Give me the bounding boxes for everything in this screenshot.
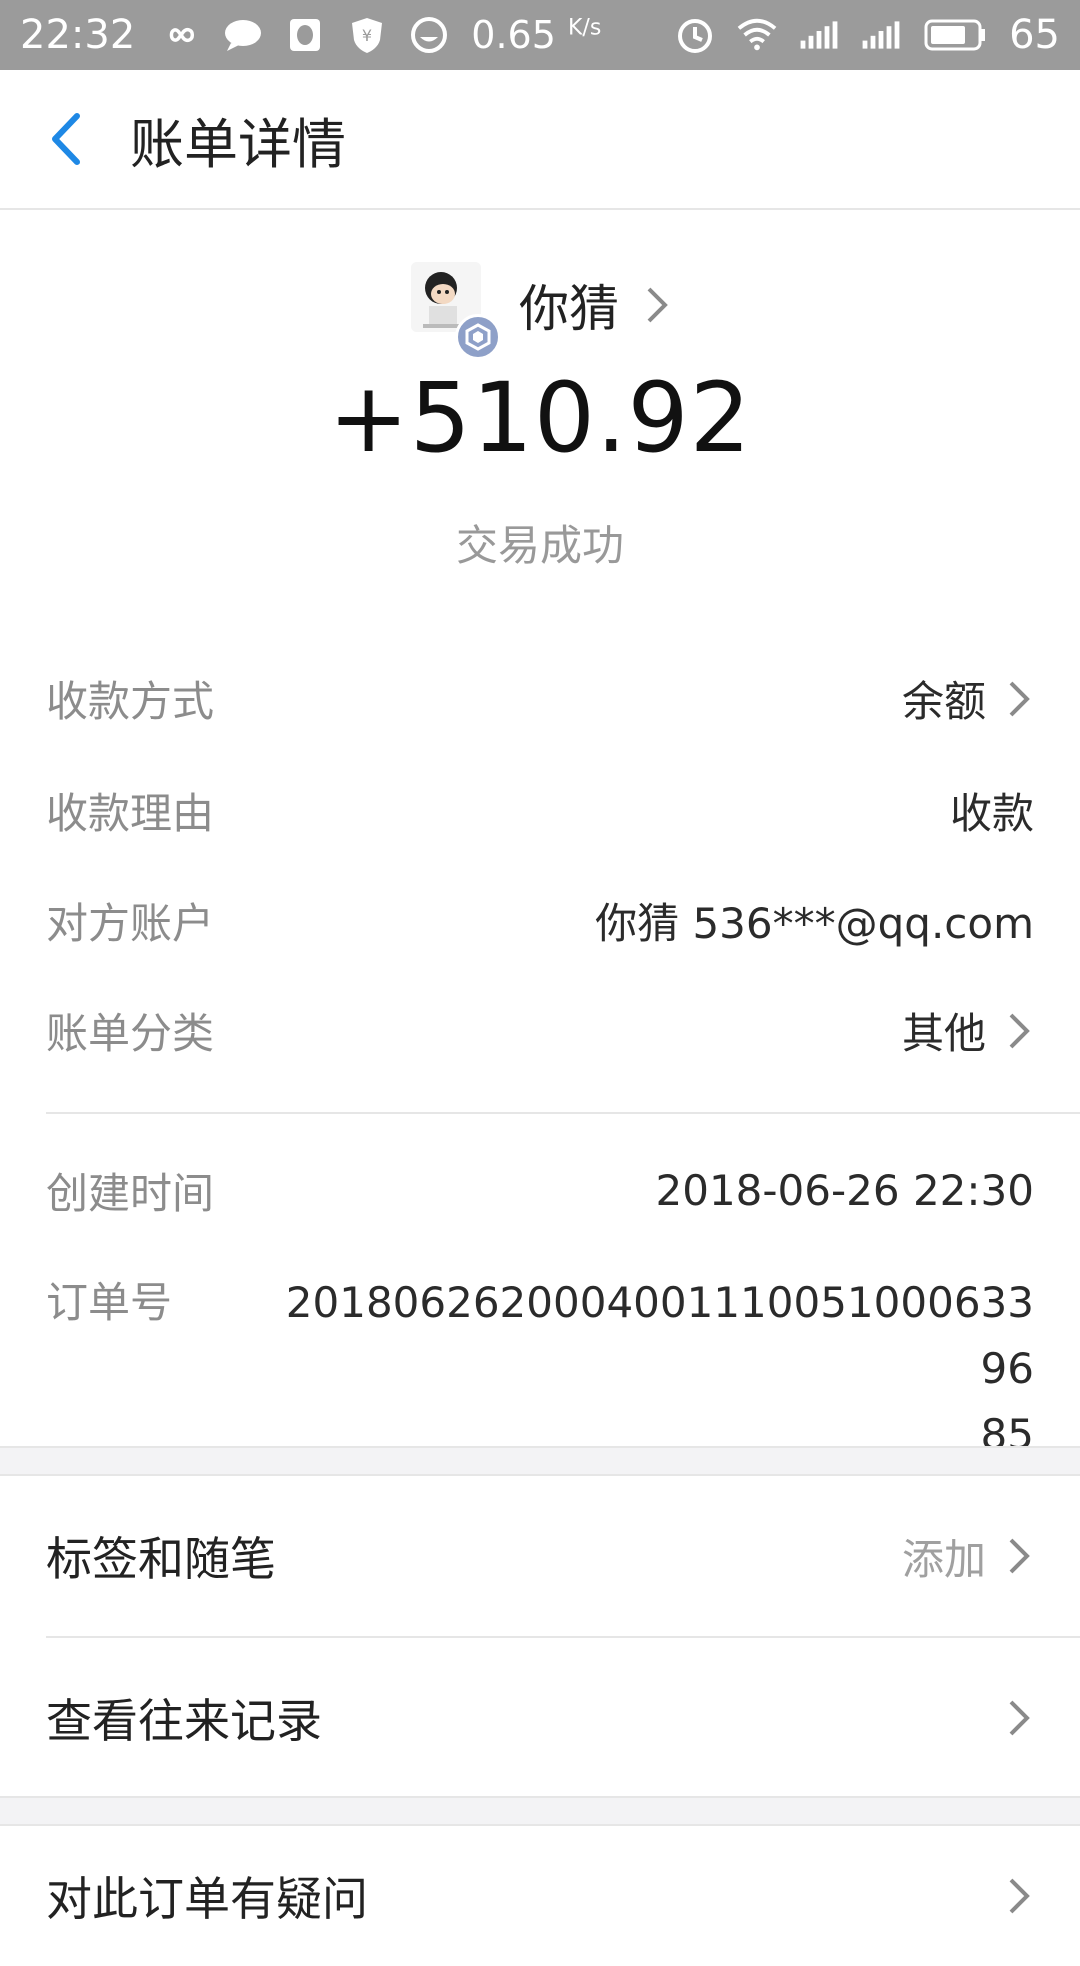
back-button[interactable] <box>0 69 130 209</box>
chevron-right-icon <box>1009 1538 1030 1574</box>
detail-value: 余额 <box>901 677 986 726</box>
verified-badge-icon <box>455 314 501 360</box>
detail-label: 对方账户 <box>46 899 215 948</box>
svg-text:¥: ¥ <box>362 26 372 45</box>
title-bar: 账单详情 <box>0 70 1080 210</box>
detail-row-order-number: 订单号 2018062620004001110051000633 96 85 <box>46 1270 1034 1468</box>
status-time: 22:32 <box>20 12 136 58</box>
action-label: 对此订单有疑问 <box>46 1872 368 1926</box>
detail-label: 收款方式 <box>46 677 215 726</box>
detail-value: 收款 <box>949 789 1034 838</box>
action-label: 标签和随笔 <box>46 1532 276 1586</box>
detail-value: 其他 <box>901 1009 986 1058</box>
signal-icon <box>861 15 901 55</box>
detail-row-account: 对方账户 你猜 536***@qq.com <box>46 890 1034 951</box>
transaction-amount: +510.92 <box>328 362 752 474</box>
detail-row-payment-method[interactable]: 收款方式 余额 <box>46 668 1034 729</box>
detail-value: 你猜 536***@qq.com <box>595 899 1034 948</box>
network-speed: 0.65 K/s <box>471 13 602 57</box>
transaction-header: 你猜 +510.92 交易成功 <box>0 212 1080 592</box>
infinity-icon <box>161 15 201 55</box>
back-arrow-icon <box>52 113 80 165</box>
qq-icon <box>285 15 325 55</box>
tags-notes-row[interactable]: 标签和随笔 添加 <box>46 1476 1034 1636</box>
battery-level: 65 <box>1009 12 1060 58</box>
section-separator <box>0 1446 1080 1476</box>
detail-label: 收款理由 <box>46 789 215 838</box>
chat-bubble-icon <box>223 15 263 55</box>
payee-row[interactable]: 你猜 <box>0 262 1080 360</box>
signal-icon <box>799 15 839 55</box>
chevron-right-icon <box>1009 1700 1030 1736</box>
chevron-right-icon <box>1009 1013 1030 1048</box>
alarm-icon <box>675 15 715 55</box>
detail-label: 账单分类 <box>46 1009 215 1058</box>
order-question-row[interactable]: 对此订单有疑问 <box>46 1826 1034 1966</box>
page-title: 账单详情 <box>130 112 346 176</box>
detail-row-category[interactable]: 账单分类 其他 <box>46 1000 1034 1061</box>
chevron-right-icon <box>647 287 668 323</box>
action-label: 查看往来记录 <box>46 1694 322 1748</box>
add-hint: 添加 <box>901 1534 986 1584</box>
detail-value: 2018-06-26 22:30 <box>655 1166 1034 1215</box>
detail-label: 订单号 <box>46 1278 173 1327</box>
detail-row-created-time: 创建时间 2018-06-26 22:30 <box>46 1160 1034 1221</box>
avatar <box>411 262 501 360</box>
transaction-status: 交易成功 <box>455 521 624 570</box>
section-separator <box>0 1796 1080 1826</box>
smile-icon <box>409 15 449 55</box>
order-number: 2018062620004001110051000633 96 85 <box>285 1278 1034 1459</box>
yuan-shield-icon: ¥ <box>347 15 387 55</box>
battery-icon <box>923 15 987 55</box>
detail-label: 创建时间 <box>46 1169 215 1218</box>
status-bar: 22:32 ¥ 0.65 K/s 65 <box>0 0 1080 70</box>
view-history-row[interactable]: 查看往来记录 <box>46 1638 1034 1798</box>
chevron-right-icon <box>1009 681 1030 716</box>
wifi-icon <box>737 15 777 55</box>
chevron-right-icon <box>1009 1878 1030 1914</box>
divider <box>46 1112 1080 1114</box>
detail-row-reason: 收款理由 收款 <box>46 780 1034 841</box>
payee-name: 你猜 <box>519 280 619 338</box>
